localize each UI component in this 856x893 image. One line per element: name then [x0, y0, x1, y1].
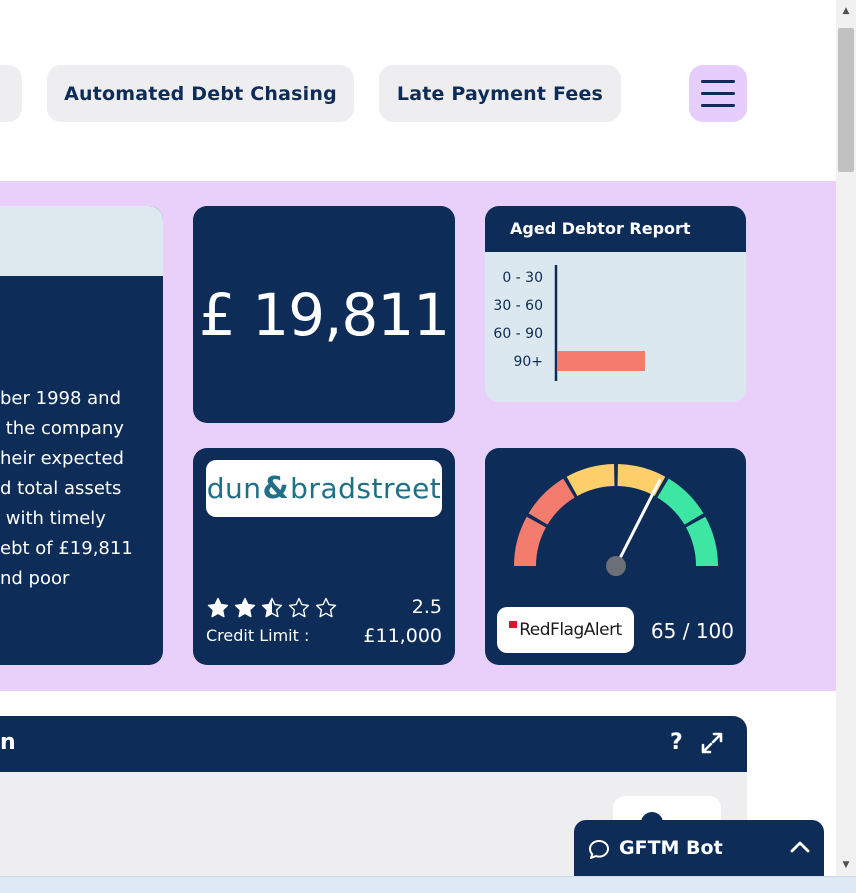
rating-stars	[206, 596, 338, 620]
hamburger-line	[701, 92, 735, 95]
credit-limit-value: £11,000	[363, 625, 442, 647]
scroll-up-arrow-icon[interactable]: ▲	[836, 0, 856, 22]
star-half-icon	[261, 597, 283, 618]
gauge-segment	[528, 478, 575, 525]
page-viewport: Automated Debt Chasing Late Payment Fees…	[0, 0, 836, 893]
dnb-logo: dun & bradstreet	[206, 460, 442, 517]
debt-amount: £ 19,811	[198, 280, 450, 349]
redflag-score: 65 / 100	[650, 619, 734, 643]
chat-bubble-icon	[589, 840, 609, 859]
gauge-segment	[657, 478, 704, 525]
redflag-score-card: RedFlagAlert 65 / 100	[485, 448, 746, 665]
nav-pill-automated-debt-chasing[interactable]: Automated Debt Chasing	[47, 65, 354, 122]
score-gauge	[514, 464, 718, 576]
star-filled-icon	[234, 597, 256, 618]
os-taskbar	[0, 876, 856, 893]
rating-value: 2.5	[411, 596, 442, 618]
aged-debtor-card: Aged Debtor Report 0 - 30 30 - 60 60 - 90 9…	[485, 206, 746, 402]
gauge-segment	[617, 464, 666, 496]
nav-pill-previous[interactable]	[0, 65, 22, 122]
scrollbar-thumb[interactable]	[838, 28, 854, 172]
aged-chart-tick-label: 0 - 30	[502, 270, 543, 286]
chat-bot-label: GFTM Bot	[619, 837, 723, 859]
dnb-logo-right: bradstreet	[290, 472, 442, 505]
expand-icon[interactable]	[700, 731, 724, 755]
aged-chart-tick-label: 60 - 90	[493, 326, 543, 342]
help-button[interactable]: ?	[670, 730, 683, 755]
company-info-card: ber 1998 and the company heir expected d…	[0, 206, 163, 665]
dnb-logo-left: dun	[206, 472, 262, 505]
company-description: ber 1998 and the company heir expected d…	[0, 388, 133, 589]
hamburger-line	[701, 80, 735, 83]
hamburger-menu-button[interactable]	[689, 65, 747, 122]
company-card-header	[0, 206, 163, 276]
nav-pill-label: Late Payment Fees	[396, 82, 604, 105]
star-filled-icon	[207, 597, 229, 618]
panel-title: n	[0, 730, 16, 755]
dnb-card: dun & bradstreet 2.5 Credit Limit : £11,00…	[193, 448, 455, 665]
gauge-hub	[606, 556, 626, 576]
gauge-segment	[686, 516, 718, 566]
aged-chart-tick-label: 90+	[513, 354, 543, 370]
vertical-scrollbar[interactable]: ▲ ▼	[836, 0, 856, 876]
aged-debtor-chart: 0 - 30 30 - 60 60 - 90 90+	[493, 265, 645, 381]
dnb-logo-amp: &	[262, 471, 290, 506]
star-empty-icon	[315, 597, 337, 618]
gauge-segment	[514, 516, 546, 566]
gauge-needle	[614, 478, 662, 568]
nav-pill-late-payment-fees[interactable]: Late Payment Fees	[379, 65, 621, 122]
redflag-logo: RedFlagAlert	[497, 607, 634, 653]
redflag-flag-icon	[509, 620, 518, 628]
scroll-down-arrow-icon[interactable]: ▼	[836, 854, 856, 876]
panel-header: n ?	[0, 716, 747, 772]
aged-chart-bar	[557, 351, 645, 371]
gauge-segment	[566, 464, 615, 496]
chevron-up-icon[interactable]	[789, 839, 811, 855]
nav-pill-label: Automated Debt Chasing	[64, 82, 337, 105]
hamburger-line	[701, 104, 735, 107]
redflag-logo-text: RedFlagAlert	[519, 620, 622, 640]
aged-chart-tick-label: 30 - 60	[493, 298, 543, 314]
credit-limit-label: Credit Limit :	[206, 626, 310, 645]
chat-bot-launcher[interactable]: GFTM Bot	[574, 820, 824, 882]
star-empty-icon	[288, 597, 310, 618]
debt-amount-card: £ 19,811	[193, 206, 455, 423]
aged-debtor-title: Aged Debtor Report	[485, 206, 746, 252]
